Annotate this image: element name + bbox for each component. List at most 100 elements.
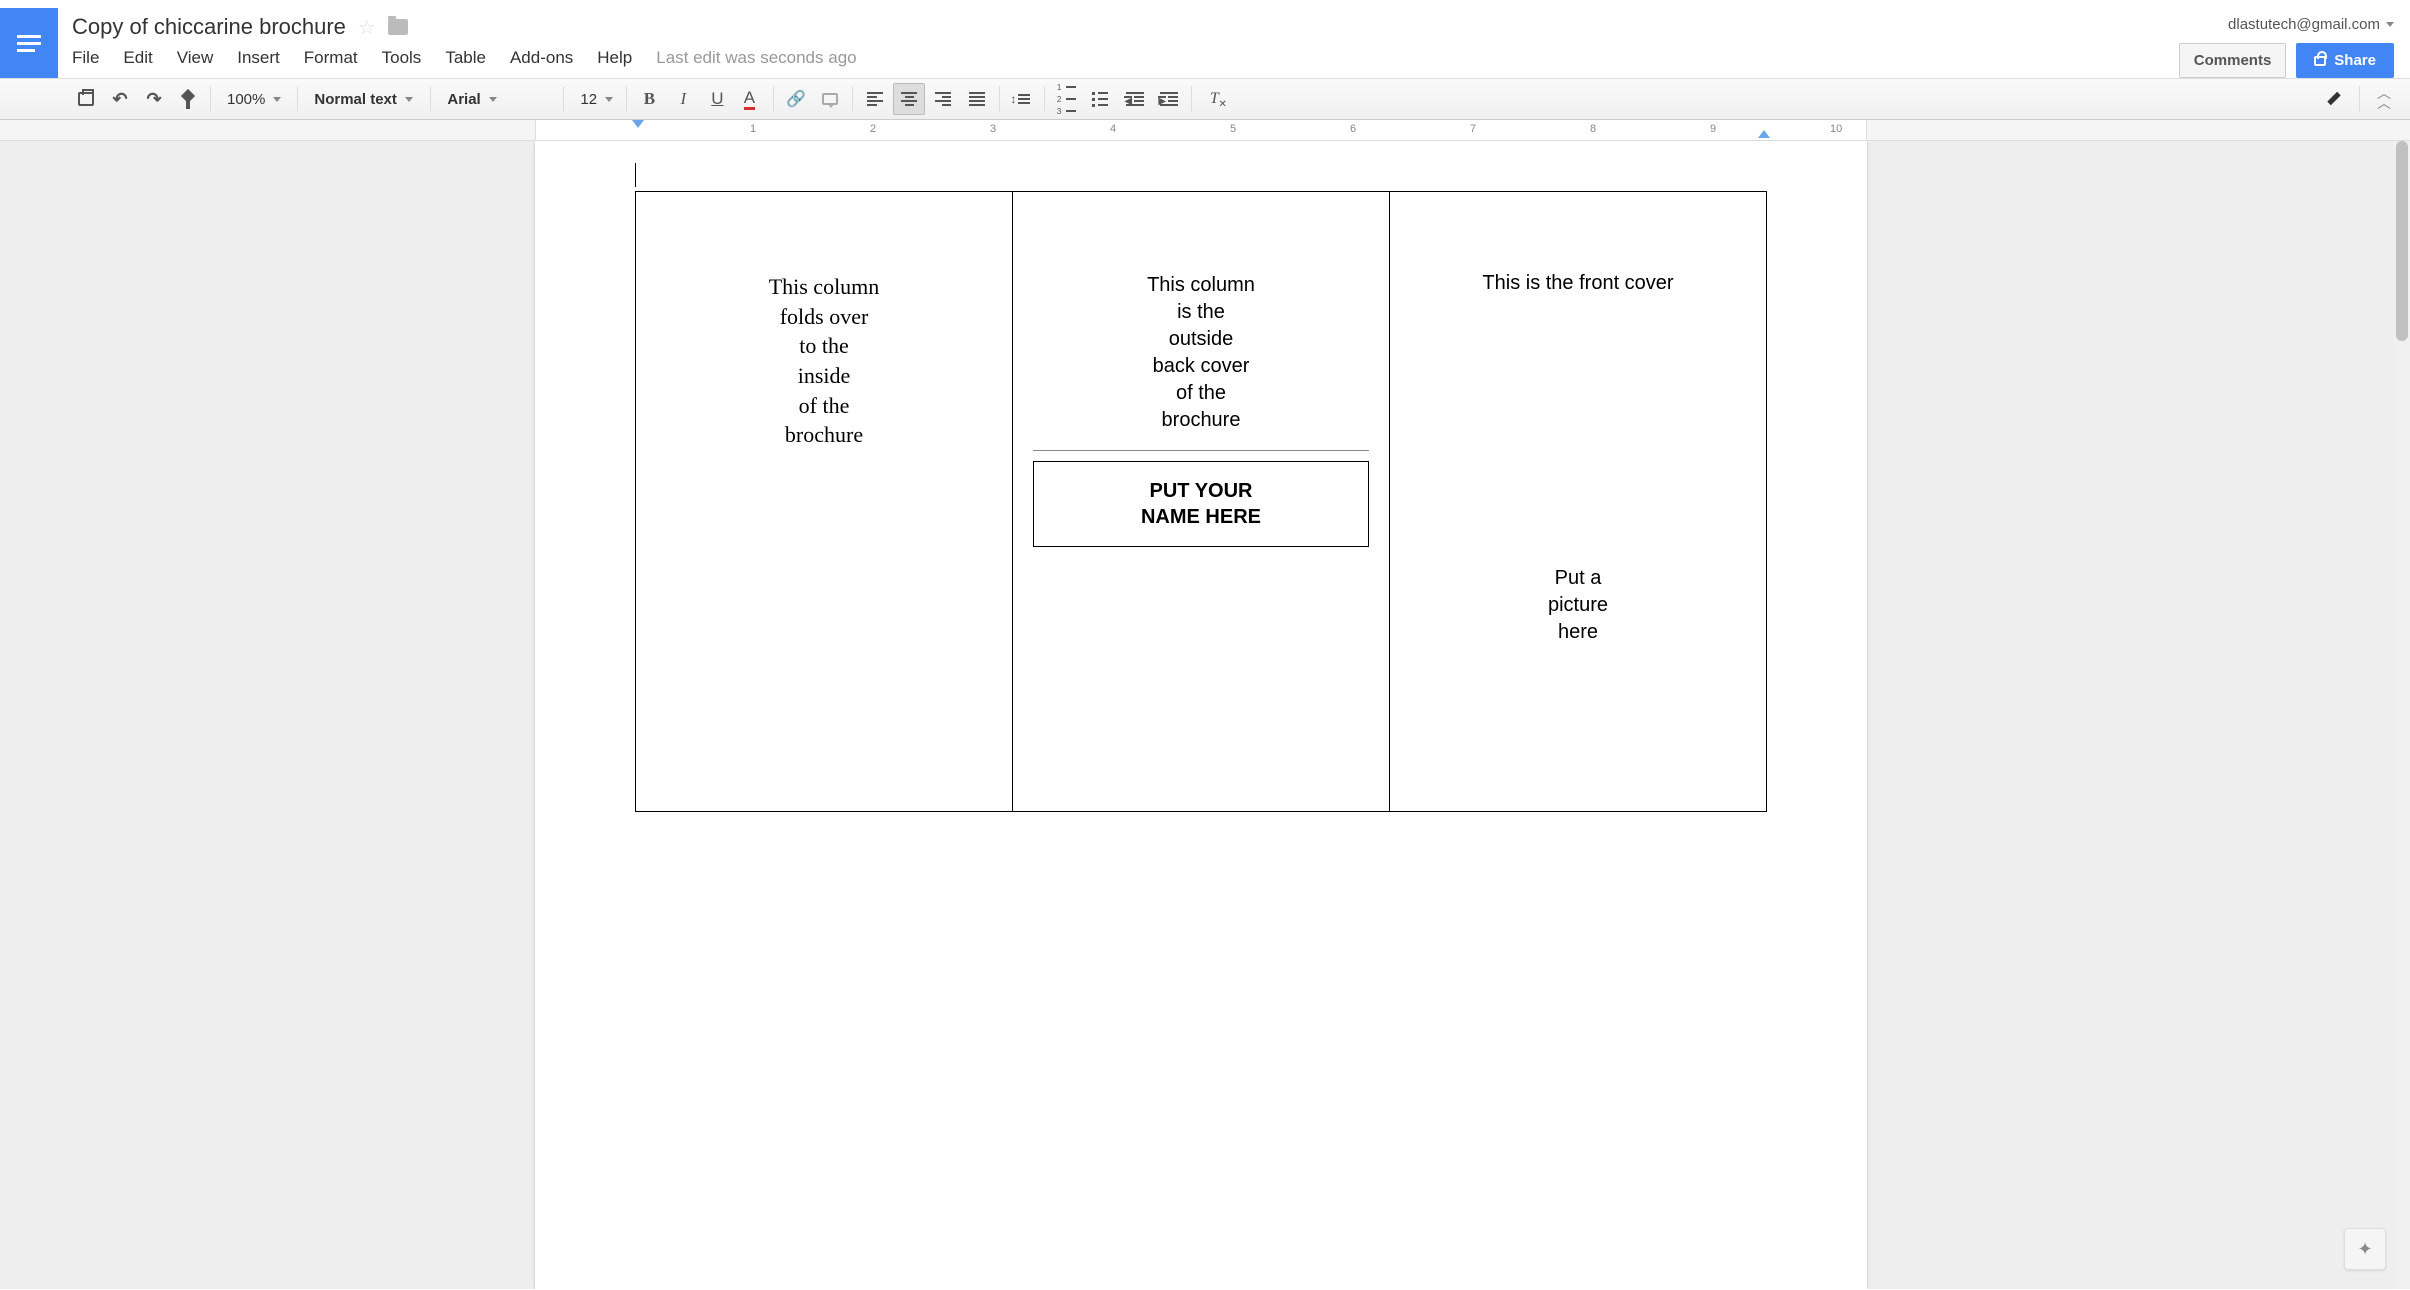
scrollbar-thumb[interactable]: [2396, 141, 2408, 341]
menu-addons[interactable]: Add-ons: [510, 48, 573, 68]
ruler-mark: 5: [1230, 123, 1236, 135]
docs-logo[interactable]: [0, 8, 58, 78]
menu-format[interactable]: Format: [304, 48, 358, 68]
text-line: outside: [1033, 326, 1369, 353]
text-line: NAME HERE: [1050, 504, 1352, 530]
line-spacing-icon: ↕: [1010, 92, 1030, 106]
col3-title[interactable]: This is the front cover: [1410, 272, 1746, 295]
toolbar: ↶ ↷ 100% Normal text Arial 12 B I U A 🔗 …: [0, 78, 2410, 120]
separator: [999, 86, 1000, 112]
col1-content[interactable]: This column folds over to the inside of …: [656, 272, 992, 450]
menu-insert[interactable]: Insert: [237, 48, 280, 68]
insert-comment-button[interactable]: [814, 83, 846, 115]
share-button[interactable]: Share: [2296, 43, 2394, 78]
menu-help[interactable]: Help: [597, 48, 632, 68]
separator: [852, 86, 853, 112]
picture-placeholder[interactable]: Put a picture here: [1410, 565, 1746, 646]
right-indent-marker[interactable]: [1758, 130, 1770, 138]
paint-format-button[interactable]: [172, 83, 204, 115]
align-right-icon: [935, 92, 951, 106]
redo-icon: ↷: [146, 89, 161, 110]
app-header: Copy of chiccarine brochure ☆ File Edit …: [0, 0, 2410, 78]
numbered-list-icon: 123: [1057, 83, 1076, 116]
comment-icon: [822, 93, 838, 105]
explore-button[interactable]: ✦: [2344, 1228, 2386, 1270]
separator: [773, 86, 774, 112]
folder-icon[interactable]: [388, 19, 408, 35]
ruler-mark: 2: [870, 123, 876, 135]
ruler-mark: 6: [1350, 123, 1356, 135]
chevron-up-icon: ︿︿: [2377, 89, 2391, 109]
text-line: picture: [1410, 592, 1746, 619]
col2-content[interactable]: This column is the outside back cover of…: [1033, 272, 1369, 434]
decrease-indent-icon: ◀: [1126, 92, 1144, 106]
align-left-button[interactable]: [859, 83, 891, 115]
fontsize-select[interactable]: 12: [570, 83, 620, 115]
underline-button[interactable]: U: [701, 83, 733, 115]
fontsize-value: 12: [580, 91, 597, 108]
menu-edit[interactable]: Edit: [123, 48, 152, 68]
numbered-list-button[interactable]: 123: [1051, 83, 1083, 115]
brochure-col-2[interactable]: This column is the outside back cover of…: [1013, 192, 1390, 812]
text-line: brochure: [1033, 407, 1369, 434]
bulleted-list-button[interactable]: [1085, 83, 1117, 115]
left-indent-marker[interactable]: [632, 120, 644, 128]
dropdown-caret-icon: [2386, 22, 2394, 27]
text-color-button[interactable]: A: [735, 83, 767, 115]
line-spacing-button[interactable]: ↕: [1006, 83, 1038, 115]
insert-link-button[interactable]: 🔗: [780, 83, 812, 115]
lock-icon: [2314, 56, 2326, 66]
user-email-label: dlastutech@gmail.com: [2228, 16, 2380, 33]
menu-file[interactable]: File: [72, 48, 99, 68]
share-button-label: Share: [2334, 52, 2376, 69]
underline-icon: U: [711, 89, 723, 109]
increase-indent-button[interactable]: ▶: [1153, 83, 1185, 115]
style-select[interactable]: Normal text: [304, 83, 424, 115]
clear-formatting-button[interactable]: T✕: [1198, 83, 1230, 115]
text-line: folds over: [656, 302, 992, 332]
zoom-select[interactable]: 100%: [217, 83, 291, 115]
brochure-col-3[interactable]: This is the front cover Put a picture he…: [1390, 192, 1767, 812]
user-account[interactable]: dlastutech@gmail.com: [2228, 16, 2394, 33]
align-right-button[interactable]: [927, 83, 959, 115]
font-select[interactable]: Arial: [437, 83, 557, 115]
text-line: PUT YOUR: [1050, 478, 1352, 504]
align-justify-button[interactable]: [961, 83, 993, 115]
clear-formatting-icon: T✕: [1210, 90, 1219, 108]
zoom-value: 100%: [227, 91, 265, 108]
decrease-indent-button[interactable]: ◀: [1119, 83, 1151, 115]
collapse-toolbar-button[interactable]: ︿︿: [2366, 83, 2402, 115]
ruler-mark: 7: [1470, 123, 1476, 135]
text-line: of the: [1033, 380, 1369, 407]
print-button[interactable]: [70, 83, 102, 115]
editing-mode-button[interactable]: [2321, 83, 2353, 115]
name-input-box[interactable]: PUT YOUR NAME HERE: [1033, 461, 1369, 547]
text-line: to the: [656, 331, 992, 361]
align-center-button[interactable]: [893, 83, 925, 115]
menu-table[interactable]: Table: [445, 48, 486, 68]
ruler-mark: 9: [1710, 123, 1716, 135]
redo-button[interactable]: ↷: [138, 83, 170, 115]
document-title[interactable]: Copy of chiccarine brochure: [72, 14, 346, 40]
separator: [1044, 86, 1045, 112]
horizontal-ruler[interactable]: 1 2 3 4 5 6 7 8 9 10: [535, 120, 1867, 140]
document-page[interactable]: This column folds over to the inside of …: [535, 141, 1867, 1289]
align-left-icon: [867, 92, 883, 106]
italic-button[interactable]: I: [667, 83, 699, 115]
star-icon[interactable]: ☆: [358, 15, 376, 40]
separator: [626, 86, 627, 112]
menu-bar: File Edit View Insert Format Tools Table…: [72, 40, 2179, 68]
undo-button[interactable]: ↶: [104, 83, 136, 115]
document-area[interactable]: This column folds over to the inside of …: [0, 141, 2410, 1289]
ruler-container: 1 2 3 4 5 6 7 8 9 10: [0, 120, 2410, 141]
separator: [430, 86, 431, 112]
last-edit-label[interactable]: Last edit was seconds ago: [656, 48, 856, 68]
vertical-scrollbar[interactable]: [2394, 141, 2410, 1289]
brochure-col-1[interactable]: This column folds over to the inside of …: [636, 192, 1013, 812]
brochure-table[interactable]: This column folds over to the inside of …: [635, 191, 1767, 812]
text-line: is the: [1033, 299, 1369, 326]
bold-button[interactable]: B: [633, 83, 665, 115]
menu-view[interactable]: View: [177, 48, 214, 68]
comments-button[interactable]: Comments: [2179, 43, 2287, 78]
menu-tools[interactable]: Tools: [382, 48, 422, 68]
